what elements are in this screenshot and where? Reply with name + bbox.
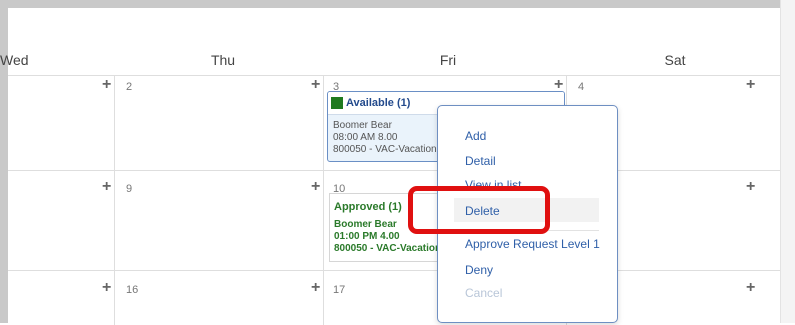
row-divider [8,270,780,271]
day-header-wed: Wed [0,52,29,68]
status-color-swatch [331,97,343,109]
vertical-scrollbar[interactable] [780,0,795,323]
column-divider [323,75,324,325]
day-header-thu: Thu [210,52,236,68]
add-event-button[interactable]: + [102,77,111,93]
menu-item-detail[interactable]: Detail [465,154,496,168]
menu-item-add[interactable]: Add [465,129,486,143]
day-header-fri: Fri [439,52,457,68]
row-divider [8,170,780,171]
delete-highlight-annotation [408,186,550,234]
add-event-button[interactable]: + [102,179,111,195]
window-top-border [0,0,795,8]
add-event-button[interactable]: + [311,77,320,93]
window-left-border [0,0,8,323]
date-number: 16 [126,284,139,296]
menu-item-deny[interactable]: Deny [465,263,493,277]
add-event-button[interactable]: + [311,280,320,296]
add-event-button[interactable]: + [311,179,320,195]
event-title: Available (1) [346,97,411,109]
date-number: 2 [126,81,133,93]
add-event-button[interactable]: + [746,77,755,93]
add-event-button[interactable]: + [102,280,111,296]
add-event-button[interactable]: + [746,179,755,195]
menu-item-approve-level-1[interactable]: Approve Request Level 1 [465,237,600,251]
add-event-button[interactable]: + [746,280,755,296]
calendar-month-view: Wed Thu Fri Sat + 2 + 3 + 4 + + 9 + 10 +… [0,8,780,325]
date-number: 17 [333,284,346,296]
menu-item-cancel: Cancel [465,286,503,300]
column-divider [114,75,115,325]
date-number: 9 [126,183,133,195]
date-number: 4 [578,81,585,93]
header-divider [8,75,780,76]
day-header-sat: Sat [664,52,686,68]
